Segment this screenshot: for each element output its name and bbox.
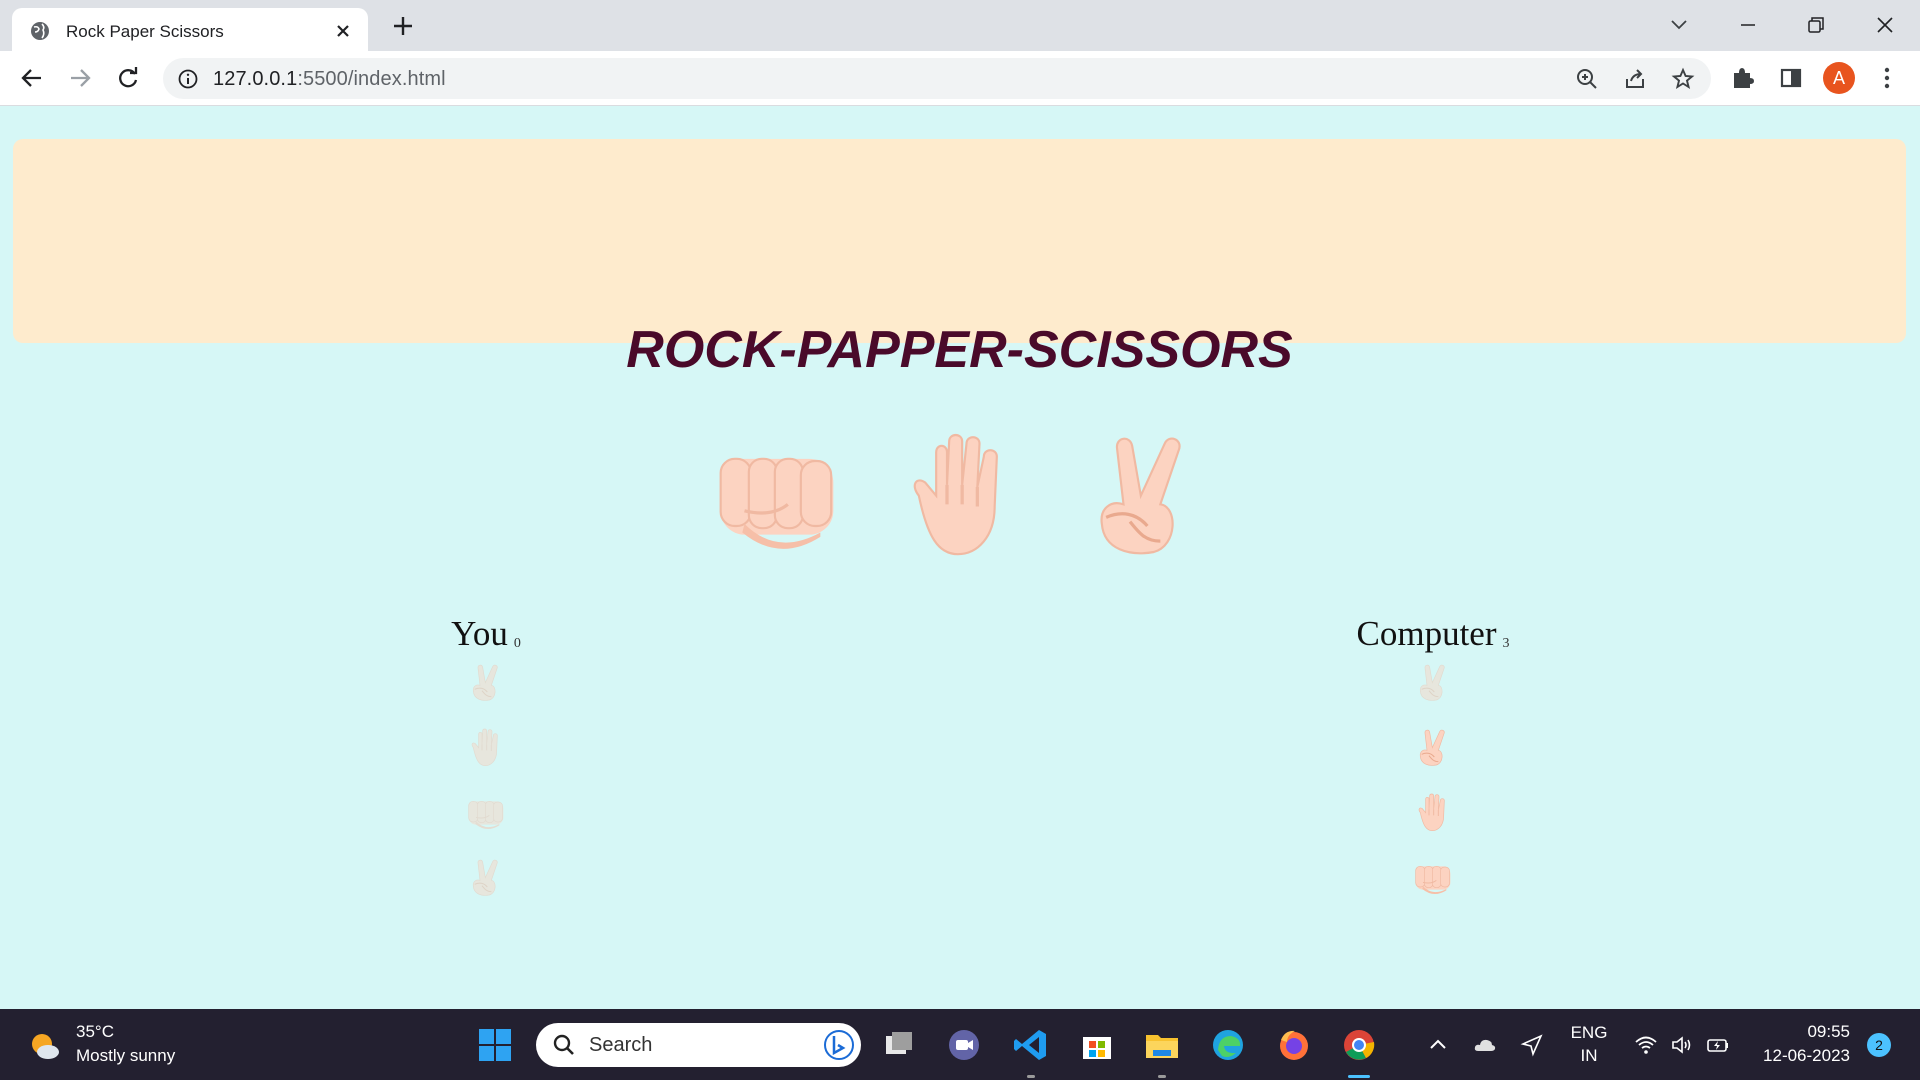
explorer-running-indicator [1158,1075,1166,1078]
url-host: 127.0.0.1 [213,68,298,90]
page-viewport: ROCK-PAPPER-SCISSORS You 0 Computer 3 [0,106,1920,1009]
computer-history-list [1273,658,1593,901]
rock-choice-fist-icon[interactable] [712,426,842,561]
bing-icon[interactable] [823,1029,855,1061]
close-window-icon[interactable] [1870,10,1900,40]
browser-tab[interactable]: Rock Paper Scissors [12,8,368,51]
search-icon [553,1034,574,1055]
new-tab-icon[interactable] [390,13,416,39]
location-arrow-icon[interactable] [1520,1033,1544,1057]
language-region[interactable]: IN [1569,1046,1609,1066]
language-code[interactable]: ENG [1569,1023,1609,1043]
player-label: You [451,614,508,653]
tab-title: Rock Paper Scissors [66,22,224,41]
profile-avatar[interactable]: A [1823,62,1855,94]
minimize-icon[interactable] [1733,10,1763,40]
taskbar-search-box[interactable]: Search [536,1023,861,1067]
back-arrow-icon[interactable] [18,64,46,92]
page-title: ROCK-PAPPER-SCISSORS [626,321,1293,379]
player-history-list [326,658,646,901]
weather-temperature: 35°C [76,1022,114,1041]
more-menu-icon[interactable] [1873,64,1901,92]
task-view-icon[interactable] [880,1026,918,1064]
browser-tabstrip: Rock Paper Scissors [0,0,1920,51]
site-info-icon[interactable] [177,68,199,90]
volume-icon[interactable] [1670,1033,1694,1057]
reload-icon[interactable] [114,64,142,92]
share-icon[interactable] [1623,67,1647,91]
chrome-icon[interactable] [1340,1026,1378,1064]
search-placeholder: Search [589,1034,653,1056]
windows-taskbar: 35°C Mostly sunny Search ENG IN 09:55 12… [0,1009,1920,1080]
computer-label: Computer [1356,614,1497,653]
history-victory-hand-icon [466,853,506,901]
player-score-column: You 0 [326,614,646,918]
show-hidden-icons-chevron-icon[interactable] [1426,1033,1450,1057]
player-score-heading: You 0 [326,614,646,654]
history-fist-icon [1413,853,1453,901]
computer-score-column: Computer 3 [1273,614,1593,918]
history-victory-hand-icon [1413,658,1453,706]
computer-score: 3 [1502,636,1510,651]
clock-date[interactable]: 12-06-2023 [1740,1046,1850,1066]
bookmark-star-icon[interactable] [1671,67,1695,91]
weather-description: Mostly sunny [76,1046,176,1065]
close-tab-icon[interactable] [332,20,354,42]
computer-score-heading: Computer 3 [1273,614,1593,654]
vscode-running-indicator [1027,1075,1035,1078]
player-score: 0 [513,636,521,651]
chrome-active-indicator [1348,1075,1370,1078]
firefox-icon[interactable] [1275,1026,1313,1064]
edge-browser-icon[interactable] [1209,1026,1247,1064]
url-path: :5500/index.html [297,68,446,90]
address-bar[interactable]: 127.0.0.1:5500/index.html [163,58,1711,99]
onedrive-cloud-icon[interactable] [1473,1033,1497,1057]
history-victory-hand-icon [466,658,506,706]
partly-sunny-icon[interactable] [28,1029,62,1063]
forward-arrow-icon[interactable] [66,64,94,92]
history-raised-hand-icon [1413,788,1453,836]
wifi-icon[interactable] [1634,1033,1658,1057]
paper-choice-raised-hand-icon[interactable] [895,426,1025,561]
history-fist-icon [466,788,506,836]
zoom-icon[interactable] [1575,67,1599,91]
side-panel-icon[interactable] [1777,64,1805,92]
history-victory-hand-icon [1413,723,1453,771]
url-text[interactable]: 127.0.0.1:5500/index.html [213,68,446,91]
file-explorer-icon[interactable] [1143,1026,1181,1064]
restore-icon[interactable] [1801,10,1831,40]
header-banner: ROCK-PAPPER-SCISSORS [13,139,1906,379]
tab-search-chevron-icon[interactable] [1664,10,1694,40]
choice-row [0,426,1920,566]
extensions-puzzle-icon[interactable] [1729,64,1757,92]
history-raised-hand-icon [466,723,506,771]
windows-start-icon[interactable] [476,1026,514,1064]
microsoft-store-icon[interactable] [1078,1026,1116,1064]
notification-count-badge[interactable]: 2 [1867,1033,1891,1057]
browser-toolbar: 127.0.0.1:5500/index.html A [0,51,1920,106]
globe-icon [31,22,49,40]
vscode-icon[interactable] [1012,1026,1050,1064]
battery-charging-icon[interactable] [1706,1033,1730,1057]
scissors-choice-victory-hand-icon[interactable] [1078,426,1208,561]
teams-chat-icon[interactable] [945,1026,983,1064]
clock-time[interactable]: 09:55 [1740,1022,1850,1042]
